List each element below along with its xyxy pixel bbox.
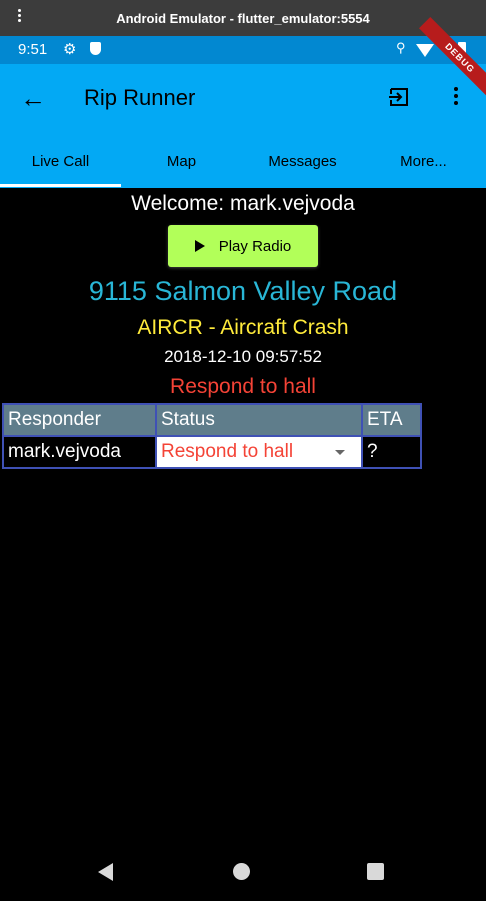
window-title: Android Emulator - flutter_emulator:5554 <box>116 10 370 26</box>
more-vert-icon[interactable] <box>448 84 464 112</box>
nav-back-icon[interactable] <box>98 863 113 881</box>
app-title: Rip Runner <box>84 85 196 110</box>
selected-tab-indicator <box>0 184 121 187</box>
responder-name: mark.vejvoda <box>2 435 157 469</box>
tab-messages[interactable]: Messages <box>242 134 363 188</box>
status-bar: 9:51 ⚙ ⚲ <box>0 36 486 64</box>
android-nav-bar <box>0 845 486 901</box>
column-header-eta: ETA <box>361 403 422 437</box>
location-icon: ⚲ <box>396 40 406 55</box>
welcome-text: Welcome: mark.vejvoda <box>131 192 355 215</box>
window-menu-icon[interactable] <box>18 9 22 24</box>
column-header-responder: Responder <box>2 403 157 437</box>
app-bar: ← Rip Runner <box>0 64 486 134</box>
nav-recents-icon[interactable] <box>367 863 384 880</box>
status-dropdown[interactable]: Respond to hall <box>155 435 363 469</box>
responders-table: Responder Status ETA mark.vejvoda Respon… <box>2 403 422 469</box>
nav-home-icon[interactable] <box>233 863 250 880</box>
play-radio-label: Play Radio <box>218 237 292 255</box>
settings-icon: ⚙ <box>63 41 77 58</box>
back-arrow-icon[interactable]: ← <box>20 84 48 112</box>
shield-icon <box>90 42 101 55</box>
call-type: AIRCR - Aircraft Crash <box>137 316 349 339</box>
responder-eta: ? <box>361 435 422 469</box>
status-time: 9:51 <box>18 41 48 58</box>
dropdown-arrow-icon <box>335 449 345 455</box>
emulator-title-bar: Android Emulator - flutter_emulator:5554 <box>0 0 486 36</box>
tab-bar: Live Call Map Messages More... <box>0 134 486 188</box>
call-status: Respond to hall <box>170 375 316 398</box>
column-header-status: Status <box>155 403 363 437</box>
call-address: 9115 Salmon Valley Road <box>88 276 398 306</box>
tab-live-call[interactable]: Live Call <box>0 134 121 188</box>
table-header-row: Responder Status ETA <box>2 403 422 437</box>
table-row: mark.vejvoda Respond to hall ? <box>2 435 422 469</box>
call-datetime: 2018-12-10 09:57:52 <box>164 347 322 366</box>
status-dropdown-value: Respond to hall <box>161 441 294 462</box>
wifi-icon <box>416 44 434 57</box>
tab-more[interactable]: More... <box>363 134 484 188</box>
tab-map[interactable]: Map <box>121 134 242 188</box>
play-radio-button[interactable]: Play Radio <box>168 225 318 267</box>
play-icon <box>194 240 205 252</box>
logout-icon[interactable] <box>388 86 410 108</box>
